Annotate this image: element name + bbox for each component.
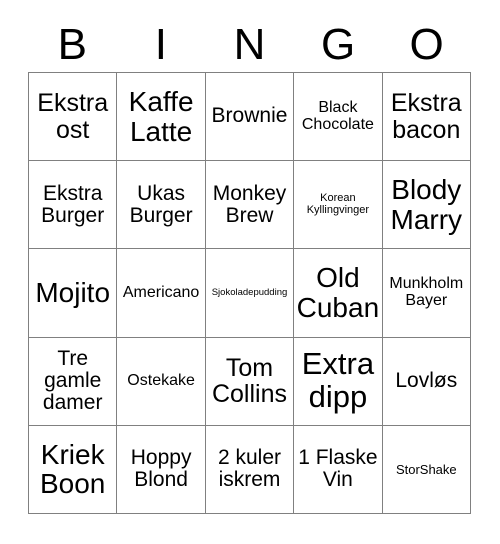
bingo-cell-label: Korean Kyllingvinger bbox=[306, 192, 370, 216]
bingo-cell[interactable]: 2 kuler iskrem bbox=[205, 425, 295, 514]
bingo-cell[interactable]: Tre gamle damer bbox=[29, 337, 118, 426]
header-letter-b: B bbox=[57, 20, 87, 69]
header-letter-i: I bbox=[154, 20, 167, 69]
bingo-cell[interactable]: Kriek Boon bbox=[29, 425, 118, 514]
bingo-cell[interactable]: Ekstra ost bbox=[29, 73, 118, 162]
bingo-cell-label: Sjokoladepudding bbox=[211, 286, 288, 298]
bingo-cell-label: 1 Flaske Vin bbox=[298, 446, 378, 492]
bingo-cell[interactable]: Ekstra bacon bbox=[382, 73, 471, 162]
bingo-cell[interactable]: 1 Flaske Vin bbox=[294, 425, 383, 514]
bingo-cell-label: Tre gamle damer bbox=[42, 346, 103, 415]
bingo-cell-label: Kriek Boon bbox=[39, 438, 106, 500]
bingo-cell-label: Extra dipp bbox=[301, 346, 375, 415]
bingo-cell-label: Ostekake bbox=[127, 371, 195, 389]
bingo-cell-label: Americano bbox=[122, 283, 200, 301]
header-letter-n: N bbox=[233, 20, 266, 69]
bingo-cell-label: Hoppy Blond bbox=[130, 446, 192, 492]
bingo-cell-label: Monkey Brew bbox=[212, 181, 287, 227]
bingo-cell-label: StorShake bbox=[395, 461, 457, 477]
bingo-cell-label: Ekstra Burger bbox=[41, 181, 105, 227]
bingo-cell[interactable]: Old Cuban bbox=[294, 249, 383, 338]
bingo-cell[interactable]: Mojito bbox=[29, 249, 118, 338]
bingo-cell-label: Ukas Burger bbox=[129, 181, 193, 227]
bingo-cell[interactable]: Monkey Brew bbox=[205, 161, 295, 250]
bingo-cell[interactable]: Korean Kyllingvinger bbox=[294, 161, 383, 250]
bingo-cell[interactable]: Americano bbox=[117, 249, 206, 338]
bingo-cell[interactable]: Extra dipp bbox=[294, 337, 383, 426]
bingo-cell-label: Munkholm Bayer bbox=[389, 275, 464, 309]
bingo-grid: Ekstra ost Kaffe Latte Brownie Black Chocol… bbox=[28, 72, 471, 514]
bingo-header: B I N G O bbox=[28, 18, 471, 72]
header-letter-o: O bbox=[409, 20, 444, 69]
bingo-cell-label: Lovløs bbox=[395, 369, 458, 393]
bingo-cell[interactable]: Munkholm Bayer bbox=[382, 249, 471, 338]
bingo-cell-label: Black Chocolate bbox=[301, 98, 374, 133]
bingo-cell-label: Blody Marry bbox=[390, 174, 463, 235]
bingo-cell[interactable]: Brownie bbox=[205, 73, 295, 162]
bingo-cell[interactable]: Ekstra Burger bbox=[29, 161, 118, 250]
bingo-cell[interactable]: Tom Collins bbox=[205, 337, 295, 426]
bingo-cell[interactable]: Kaffe Latte bbox=[117, 73, 206, 162]
header-letter-g: G bbox=[320, 20, 356, 69]
bingo-cell-label: Mojito bbox=[35, 277, 111, 309]
bingo-cell[interactable]: Lovløs bbox=[382, 337, 471, 426]
bingo-cell[interactable]: Ukas Burger bbox=[117, 161, 206, 250]
bingo-cell-label: Old Cuban bbox=[296, 262, 380, 323]
bingo-cell[interactable]: Black Chocolate bbox=[294, 73, 383, 162]
bingo-cell[interactable]: StorShake bbox=[382, 425, 471, 514]
bingo-cell[interactable]: Sjokoladepudding bbox=[205, 249, 295, 338]
bingo-cell-label: Kaffe Latte bbox=[128, 85, 194, 147]
bingo-cell[interactable]: Hoppy Blond bbox=[117, 425, 206, 514]
bingo-cell-label: 2 kuler iskrem bbox=[217, 446, 281, 492]
bingo-cell[interactable]: Ostekake bbox=[117, 337, 206, 426]
bingo-cell-label: Ekstra ost bbox=[37, 89, 109, 144]
bingo-card: B I N G O Ekstra ost Kaffe Latte Brownie Bl… bbox=[0, 0, 500, 544]
bingo-cell[interactable]: Blody Marry bbox=[382, 161, 471, 250]
bingo-cell-label: Tom Collins bbox=[211, 353, 287, 409]
bingo-cell-label: Ekstra bacon bbox=[390, 89, 462, 144]
bingo-cell-label: Brownie bbox=[211, 104, 288, 128]
